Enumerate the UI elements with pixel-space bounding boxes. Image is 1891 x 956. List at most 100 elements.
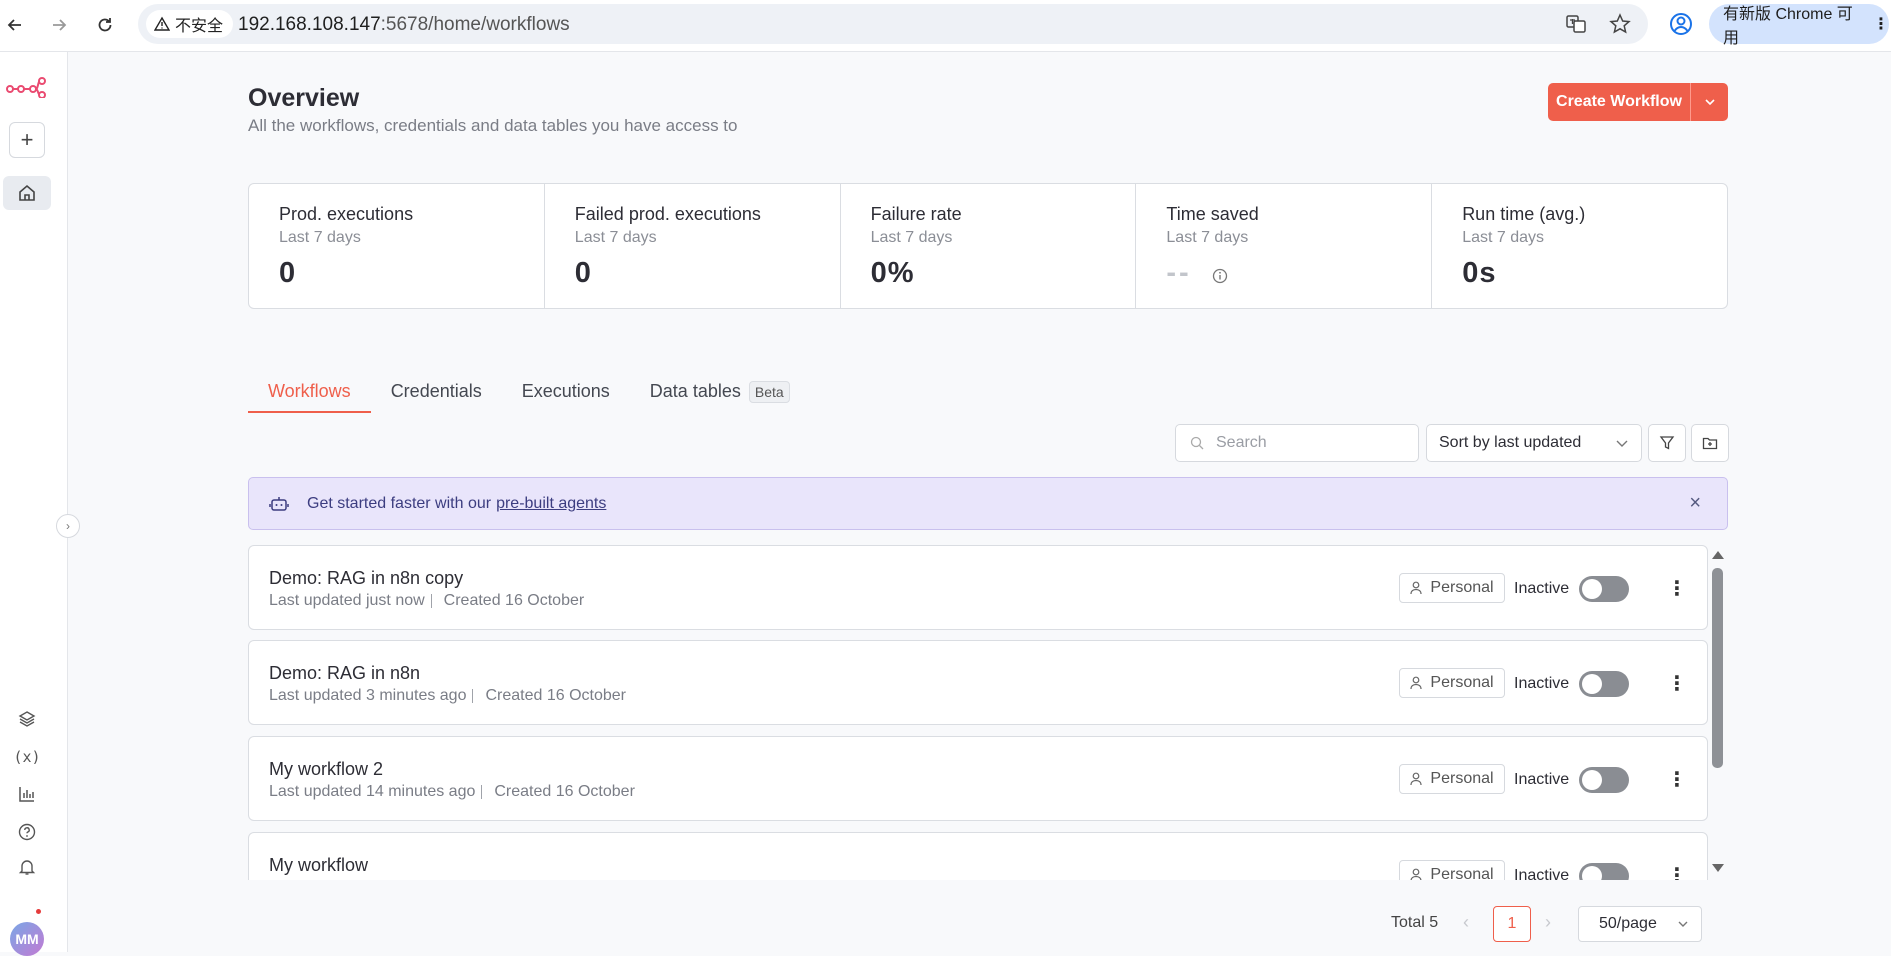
- notifications-bell-icon[interactable]: [14, 854, 40, 880]
- stat-period: Last 7 days: [1462, 229, 1545, 246]
- url-host: 192.168.108.147: [238, 14, 381, 35]
- total-count: Total 5: [1391, 914, 1439, 931]
- n8n-logo-icon[interactable]: [6, 76, 46, 99]
- notification-dot: [36, 909, 41, 914]
- stat-time-saved[interactable]: Time saved Last 7 days --: [1136, 184, 1433, 308]
- workflow-name[interactable]: Demo: RAG in n8n copy: [269, 568, 463, 589]
- stat-value: 0: [279, 257, 297, 289]
- chevron-down-icon[interactable]: [1691, 83, 1728, 121]
- tab-credentials[interactable]: Credentials: [371, 375, 502, 413]
- user-icon: [1410, 868, 1422, 880]
- reload-icon[interactable]: [90, 10, 120, 40]
- stat-label: Prod. executions: [279, 204, 414, 224]
- url-path: :5678/home/workflows: [380, 14, 570, 35]
- stat-label: Failure rate: [870, 204, 962, 224]
- workflow-card[interactable]: My workflow 2 Last updated 14 minutes ag…: [248, 736, 1708, 821]
- more-options-icon[interactable]: ⋮: [1667, 765, 1687, 793]
- tab-data-tables[interactable]: Data tables Beta: [630, 375, 810, 413]
- folder-plus-icon: [1702, 437, 1718, 450]
- stat-value: 0s: [1462, 257, 1497, 289]
- add-icon[interactable]: +: [9, 122, 45, 158]
- scrollbar-thumb[interactable]: [1712, 568, 1723, 768]
- more-options-icon[interactable]: ⋮: [1667, 669, 1687, 697]
- workflow-created: Created 16 October: [443, 592, 585, 609]
- stat-failed-prod-executions[interactable]: Failed prod. executions Last 7 days 0: [545, 184, 841, 308]
- stat-failure-rate[interactable]: Failure rate Last 7 days 0%: [841, 184, 1137, 308]
- workflow-card[interactable]: Demo: RAG in n8n copy Last updated just …: [248, 545, 1708, 630]
- workflow-updated: Last updated just now: [269, 592, 425, 609]
- stat-value: --: [1166, 257, 1192, 289]
- scroll-up-arrow-icon[interactable]: [1712, 551, 1724, 559]
- active-toggle[interactable]: [1579, 863, 1629, 880]
- workflow-list: Demo: RAG in n8n copy Last updated just …: [248, 545, 1728, 880]
- active-toggle[interactable]: [1579, 767, 1629, 793]
- per-page-select[interactable]: 50/page: [1578, 906, 1702, 942]
- sidebar: + (x) MM: [0, 52, 68, 956]
- more-vert-icon[interactable]: ⋮: [1873, 14, 1889, 34]
- user-icon: [1410, 772, 1423, 786]
- workflow-card[interactable]: Demo: RAG in n8n Last updated 3 minutes …: [248, 640, 1708, 725]
- stats-panel: Prod. executions Last 7 days 0 Failed pr…: [248, 183, 1728, 309]
- filter-button[interactable]: [1648, 424, 1686, 462]
- chrome-update-button[interactable]: 有新版 Chrome 可用 ⋮: [1709, 4, 1889, 47]
- workflow-meta: Last updated just now Created 16 October: [269, 592, 584, 610]
- workflow-name[interactable]: My workflow 2: [269, 759, 383, 780]
- info-icon[interactable]: [1212, 268, 1228, 284]
- create-workflow-button[interactable]: Create Workflow: [1548, 83, 1728, 121]
- scroll-down-arrow-icon[interactable]: [1712, 864, 1724, 872]
- translate-icon[interactable]: [1564, 12, 1588, 36]
- active-toggle[interactable]: [1579, 671, 1629, 697]
- workflow-name[interactable]: Demo: RAG in n8n: [269, 663, 420, 684]
- prebuilt-agents-link[interactable]: pre-built agents: [496, 495, 606, 513]
- warning-icon: [154, 16, 170, 31]
- close-icon[interactable]: ×: [1689, 492, 1701, 515]
- owner-badge: Personal: [1399, 764, 1505, 794]
- search-input[interactable]: Search: [1175, 424, 1419, 462]
- templates-icon[interactable]: [14, 706, 40, 732]
- site-info-chip[interactable]: 不安全: [146, 10, 234, 38]
- address-bar[interactable]: 不安全 192.168.108.147:5678/home/workflows: [138, 4, 1648, 44]
- profile-icon[interactable]: [1667, 10, 1695, 38]
- stat-run-time[interactable]: Run time (avg.) Last 7 days 0s: [1432, 184, 1727, 308]
- forward-icon[interactable]: [44, 10, 74, 40]
- variables-icon[interactable]: (x): [13, 744, 40, 770]
- owner-badge: Personal: [1399, 668, 1505, 698]
- next-page-icon[interactable]: ›: [1545, 912, 1551, 933]
- home-icon[interactable]: [3, 176, 51, 210]
- search-icon: [1190, 436, 1204, 450]
- bookmark-star-icon[interactable]: [1608, 12, 1632, 36]
- create-workflow-label[interactable]: Create Workflow: [1548, 83, 1690, 121]
- tab-executions[interactable]: Executions: [502, 375, 630, 413]
- insights-chart-icon[interactable]: [14, 781, 40, 807]
- workflow-created: Created 16 October: [485, 687, 627, 704]
- workflow-created: Created 16 October: [494, 783, 635, 800]
- workflow-updated: Last updated 3 minutes ago: [269, 687, 467, 704]
- tab-workflows[interactable]: Workflows: [248, 375, 371, 413]
- sidebar-expand-chevron-icon[interactable]: ›: [56, 514, 80, 538]
- owner-label: Personal: [1430, 674, 1494, 691]
- active-toggle[interactable]: [1579, 576, 1629, 602]
- stat-label: Run time (avg.): [1462, 204, 1586, 224]
- prev-page-icon[interactable]: ‹: [1463, 912, 1469, 933]
- more-options-icon[interactable]: ⋮: [1667, 861, 1687, 881]
- workflow-name[interactable]: My workflow: [269, 855, 368, 876]
- insecure-label: 不安全: [175, 18, 224, 35]
- workflow-card[interactable]: My workflow Personal Inactive ⋮: [248, 832, 1708, 880]
- stat-value: 0: [574, 257, 592, 289]
- stat-label: Time saved: [1166, 204, 1259, 224]
- more-options-icon[interactable]: ⋮: [1667, 574, 1687, 602]
- prebuilt-agents-banner: Get started faster with our pre-built ag…: [248, 477, 1728, 530]
- help-icon[interactable]: [14, 819, 40, 845]
- stat-period: Last 7 days: [870, 229, 953, 246]
- stat-period: Last 7 days: [1166, 229, 1249, 246]
- sort-select[interactable]: Sort by last updated: [1426, 424, 1642, 462]
- back-icon[interactable]: [0, 10, 30, 40]
- page-subtitle: All the workflows, credentials and data …: [248, 116, 738, 135]
- page-number-button[interactable]: 1: [1493, 906, 1531, 942]
- new-folder-button[interactable]: [1691, 424, 1729, 462]
- stat-prod-executions[interactable]: Prod. executions Last 7 days 0: [249, 184, 545, 308]
- status-label: Inactive: [1514, 675, 1570, 692]
- avatar[interactable]: MM: [10, 922, 44, 956]
- chevron-down-icon: [1678, 921, 1688, 927]
- stat-label: Failed prod. executions: [574, 204, 761, 224]
